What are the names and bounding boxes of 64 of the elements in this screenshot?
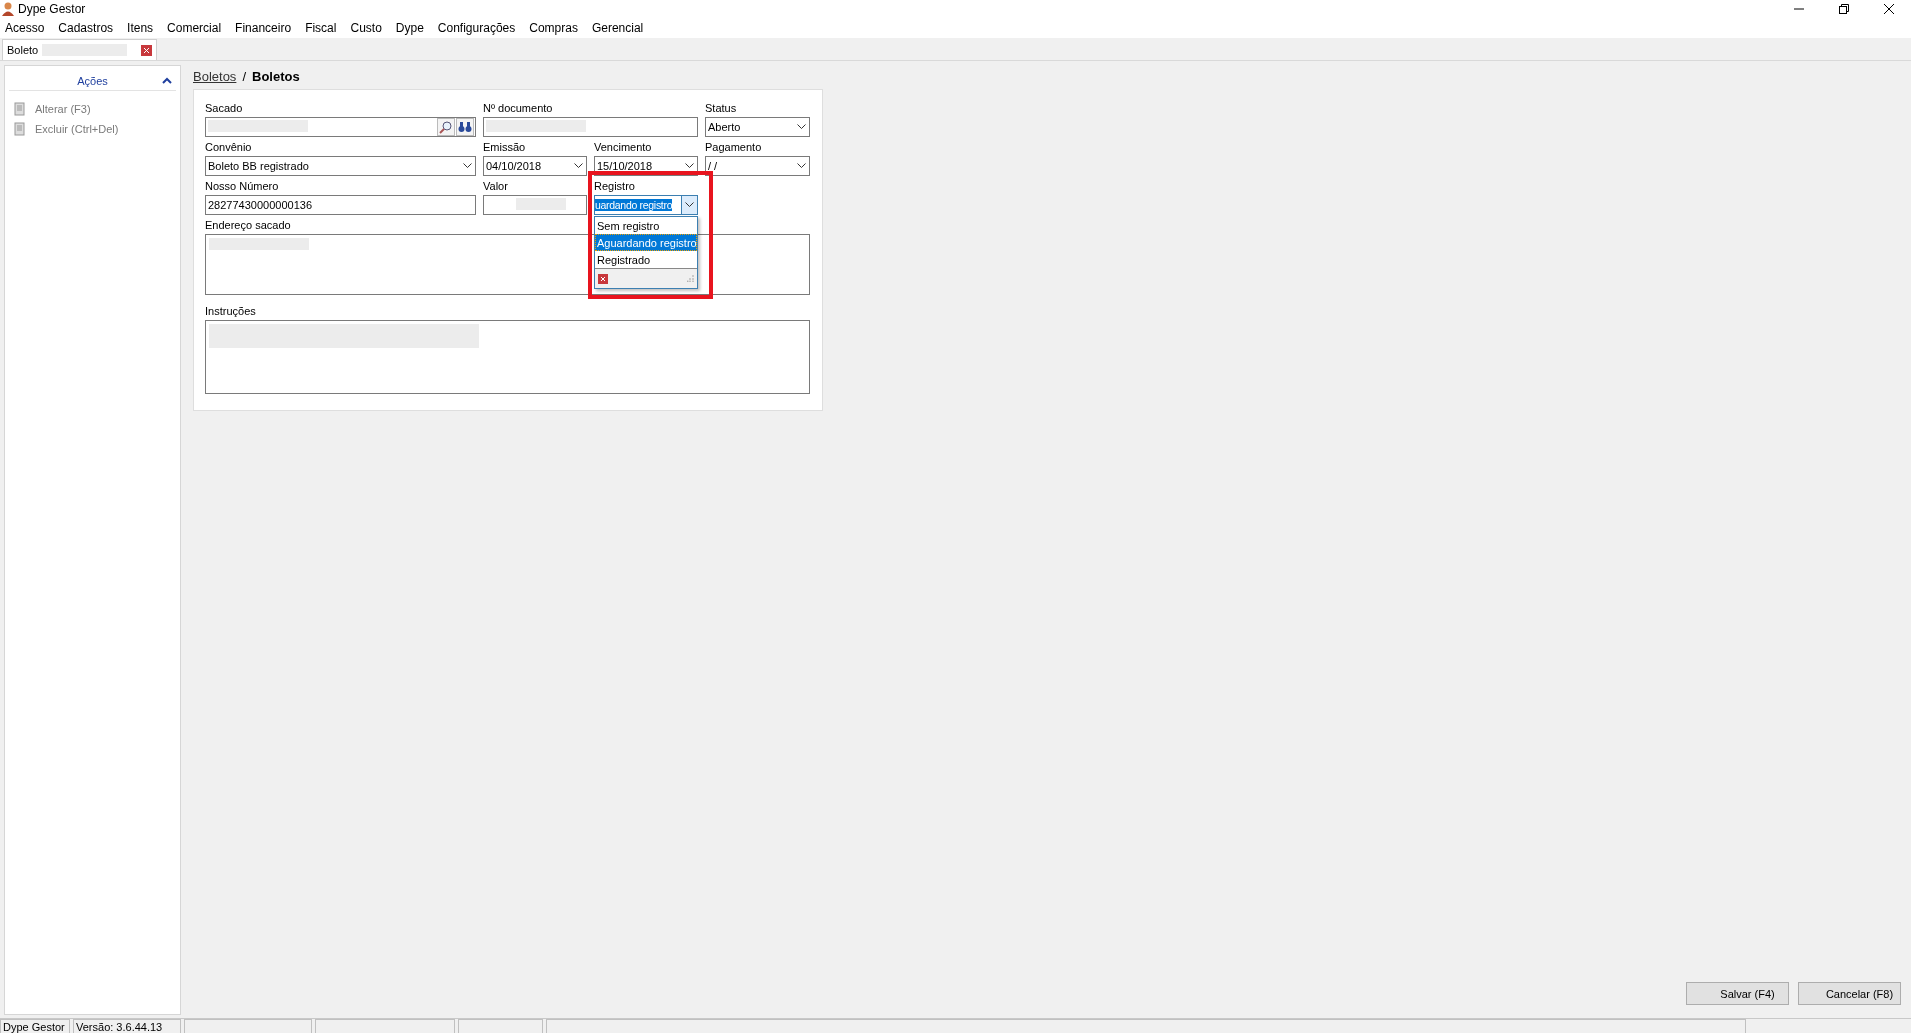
menu-item[interactable]: Itens	[127, 21, 154, 35]
dropdown-field[interactable]: Aberto	[705, 117, 810, 137]
user-icon	[2, 2, 14, 16]
save-button[interactable]: Salvar (F4)	[1686, 982, 1789, 1005]
menu-item[interactable]: Comercial	[167, 21, 222, 35]
menu-item[interactable]: Compras	[529, 21, 578, 35]
chevron-down-icon	[685, 202, 694, 208]
dropdown-field[interactable]: 04/10/2018	[483, 156, 587, 176]
field-label: Convênio	[205, 141, 252, 155]
binoculars-icon[interactable]	[456, 118, 474, 136]
close-icon	[1883, 4, 1894, 14]
status-text: Dype Gestor	[0, 1019, 70, 1033]
search-field[interactable]	[205, 117, 476, 137]
menu-item[interactable]: Financeiro	[235, 21, 292, 35]
field-label: Emissão	[483, 141, 526, 155]
cancel-button[interactable]: Cancelar (F8)	[1798, 982, 1901, 1005]
field-label: Nº documento	[483, 102, 553, 116]
field-label: Valor	[483, 180, 508, 194]
tab-label: Boleto	[7, 44, 39, 56]
document-icon	[14, 122, 26, 136]
menu-item[interactable]: Acesso	[5, 21, 45, 35]
chevron-up-icon[interactable]	[162, 77, 172, 84]
dropdown-option[interactable]: Aguardando registro	[595, 234, 697, 251]
field-label: Vencimento	[594, 141, 652, 155]
chevron-down-icon	[462, 163, 472, 169]
resize-grip-icon[interactable]	[687, 275, 694, 282]
close-icon[interactable]	[598, 273, 608, 284]
tab[interactable]: Boleto	[2, 39, 157, 60]
menu-item[interactable]: Cadastros	[58, 21, 114, 35]
menu-item[interactable]: Fiscal	[305, 21, 337, 35]
input-field[interactable]	[483, 117, 698, 137]
text-area[interactable]	[205, 320, 810, 394]
menu-item[interactable]: Gerencial	[591, 21, 644, 35]
dropdown-field[interactable]: Boleto BB registrado	[205, 156, 476, 176]
field-label: Registro	[594, 180, 635, 194]
status-text: Versão: 3.6.44.13	[73, 1019, 181, 1033]
breadcrumb-separator: /	[242, 68, 246, 84]
chevron-down-icon	[796, 163, 806, 169]
field-label: Status	[705, 102, 737, 116]
document-icon	[14, 102, 26, 116]
menu-item[interactable]: Configurações	[437, 21, 516, 35]
dropdown-option[interactable]: Registrado	[595, 251, 697, 268]
field-label: Pagamento	[705, 141, 762, 155]
restore-icon	[1838, 4, 1849, 14]
window-title: Dype Gestor	[18, 2, 86, 16]
chevron-down-icon	[684, 163, 694, 169]
panel-title: Ações	[77, 74, 108, 87]
field-label: Nosso Número	[205, 180, 279, 194]
menu-item[interactable]: Dype	[395, 21, 424, 35]
chevron-down-icon	[796, 124, 806, 130]
input-field[interactable]	[483, 195, 587, 215]
field-label: Instruções	[205, 305, 256, 319]
field-label: Endereço sacado	[205, 219, 291, 233]
field-label: Sacado	[205, 102, 243, 116]
menu-item[interactable]: Custo	[350, 21, 382, 35]
search-icon[interactable]	[437, 118, 455, 136]
dropdown-field[interactable]: uardando registro	[594, 195, 698, 215]
close-icon[interactable]	[141, 44, 152, 56]
dropdown-option[interactable]: Sem registro	[595, 217, 697, 234]
breadcrumb-link[interactable]: Boletos	[193, 68, 237, 84]
chevron-down-icon	[573, 163, 583, 169]
breadcrumb-current: Boletos	[252, 68, 300, 84]
input-field[interactable]: 28277430000000136	[205, 195, 476, 215]
dropdown-field[interactable]: / /	[705, 156, 810, 176]
